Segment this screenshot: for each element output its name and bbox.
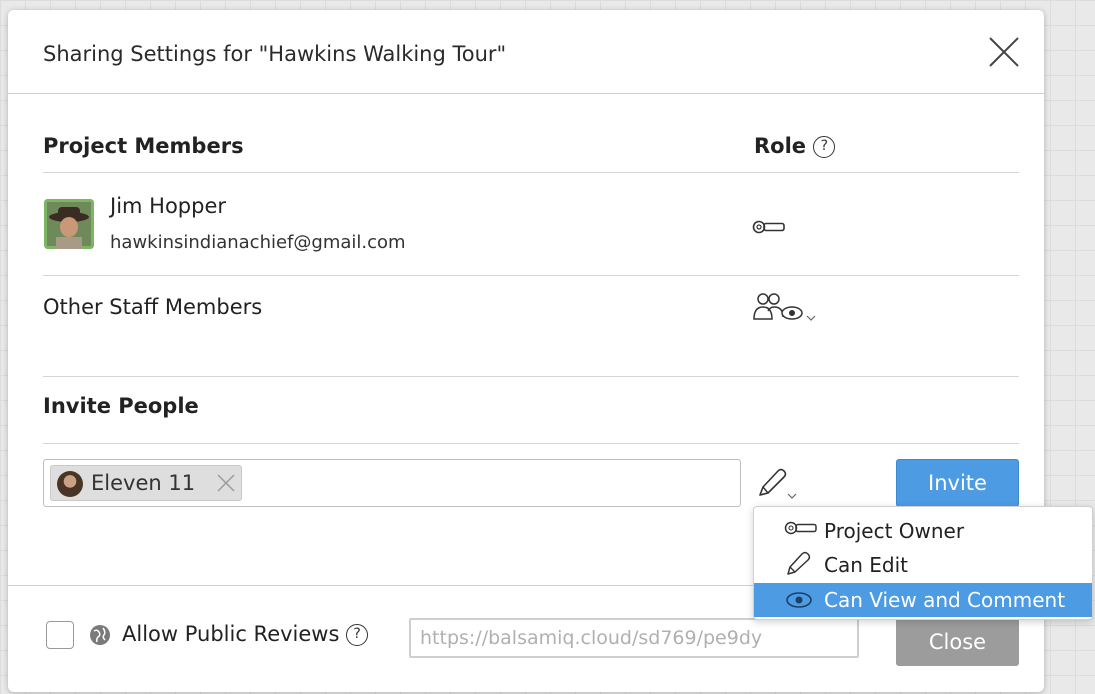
help-icon[interactable]: ? (813, 136, 836, 158)
divider (43, 275, 1019, 276)
dialog-title: Sharing Settings for "Hawkins Walking To… (43, 42, 507, 66)
menu-item-label: Project Owner (824, 519, 965, 543)
key-icon (784, 520, 818, 540)
role-heading-label: Role (754, 134, 807, 158)
menu-item-label: Can Edit (824, 553, 908, 577)
role-heading: Role ? (754, 134, 836, 158)
chip-label: Eleven 11 (91, 471, 196, 495)
pencil-icon (784, 550, 814, 582)
project-members-heading: Project Members (43, 134, 244, 158)
invitee-chip: Eleven 11 (50, 465, 242, 501)
eye-icon (784, 591, 814, 613)
menu-item-label: Can View and Comment (824, 588, 1066, 612)
dialog-header: Sharing Settings for "Hawkins Walking To… (8, 10, 1044, 94)
allow-public-reviews-text: Allow Public Reviews (122, 622, 340, 646)
menu-item-can-view-and-comment[interactable]: Can View and Comment (754, 583, 1092, 617)
menu-item-project-owner[interactable]: Project Owner (754, 514, 1092, 548)
avatar (44, 199, 94, 249)
pencil-icon[interactable] (754, 465, 802, 505)
public-review-url-field[interactable]: https://balsamiq.cloud/sd769/pe9dy (409, 618, 859, 658)
role-dropdown-menu: Project Owner Can Edit Can View and Comm… (753, 506, 1093, 620)
invite-people-heading: Invite People (43, 394, 199, 418)
help-icon[interactable]: ? (346, 624, 369, 646)
other-staff-label: Other Staff Members (43, 295, 263, 319)
divider (43, 443, 1019, 444)
member-email: hawkinsindianachief@gmail.com (110, 232, 406, 253)
chip-avatar (57, 471, 83, 497)
close-button[interactable]: Close (896, 618, 1019, 666)
member-name: Jim Hopper (110, 194, 227, 218)
allow-public-reviews-checkbox[interactable] (46, 621, 74, 649)
divider (43, 172, 1019, 173)
group-view-icon[interactable] (752, 291, 820, 329)
key-icon[interactable] (752, 219, 786, 239)
globe-icon (88, 623, 112, 651)
invite-button[interactable]: Invite (896, 459, 1019, 507)
allow-public-reviews-label: Allow Public Reviews ? (122, 622, 369, 646)
menu-item-can-edit[interactable]: Can Edit (754, 548, 1092, 582)
divider (43, 376, 1019, 377)
close-icon[interactable] (986, 34, 1022, 70)
remove-chip-icon[interactable] (215, 472, 237, 494)
invite-input[interactable]: Eleven 11 (43, 459, 741, 507)
